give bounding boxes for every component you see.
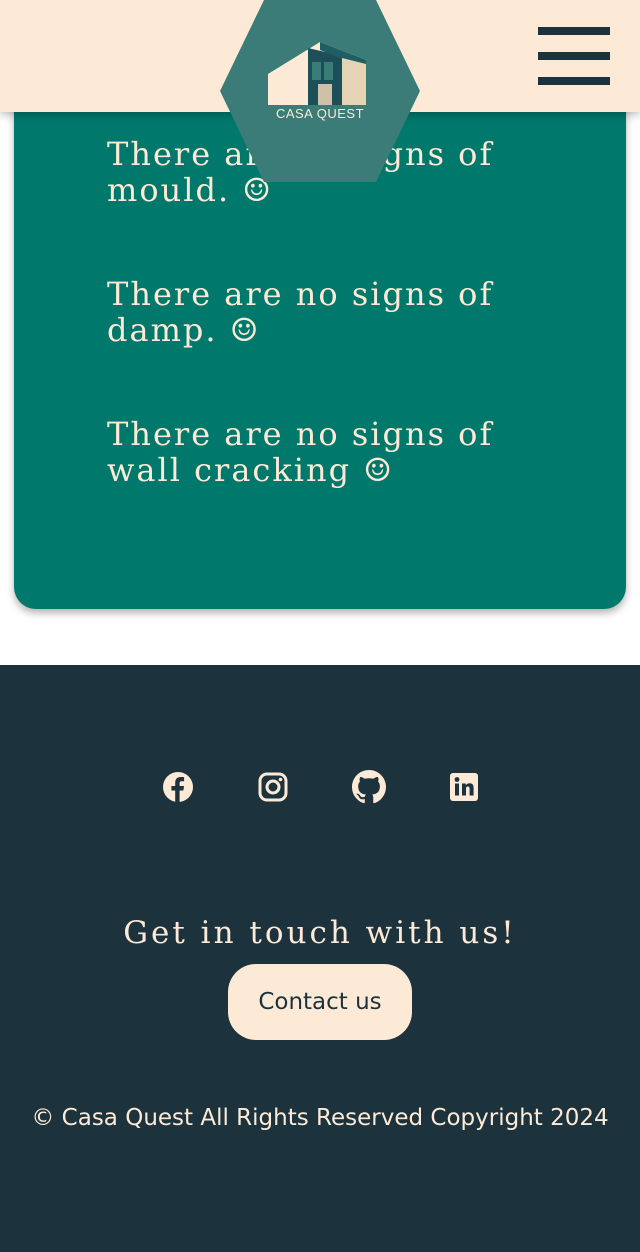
github-icon[interactable] — [352, 770, 386, 804]
result-damp: There are no signs of damp. ☺ — [107, 275, 494, 349]
menu-bar — [538, 77, 610, 85]
hamburger-menu-icon[interactable] — [538, 27, 610, 85]
menu-bar — [538, 27, 610, 35]
contact-us-button[interactable]: Contact us — [228, 964, 412, 1040]
menu-bar — [538, 52, 610, 60]
linkedin-icon[interactable] — [447, 770, 481, 804]
facebook-icon[interactable] — [161, 770, 195, 804]
copyright-text: © Casa Quest All Rights Reserved Copyrig… — [31, 1105, 609, 1131]
logo-hexagon-icon — [220, 0, 420, 182]
get-in-touch-heading: Get in touch with us! — [123, 915, 517, 951]
result-wall-cracking: There are no signs of wall cracking ☺ — [107, 415, 494, 489]
site-footer: Get in touch with us! Contact us © Casa … — [0, 665, 640, 1252]
instagram-icon[interactable] — [256, 770, 290, 804]
logo-text: CASA QUEST — [275, 106, 365, 121]
site-logo[interactable]: CASA QUEST — [220, 0, 420, 182]
